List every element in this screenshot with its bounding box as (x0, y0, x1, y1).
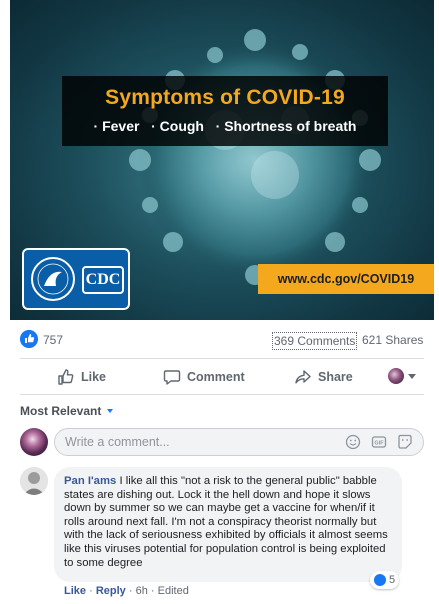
coronavirus-illustration (129, 29, 381, 285)
comment-text: I like all this "not a risk to the gener… (64, 475, 388, 569)
shares-count-link[interactable]: 621 Shares (362, 333, 423, 347)
cdc-url: www.cdc.gov/COVID19 (258, 264, 434, 294)
chevron-down-icon (107, 409, 114, 413)
divider (20, 394, 424, 395)
divider (20, 358, 424, 359)
comment-edited-label[interactable]: Edited (158, 585, 189, 597)
composer-tools: GIF (345, 434, 413, 450)
comment-composer[interactable]: GIF (54, 428, 424, 456)
chevron-down-icon (408, 373, 416, 379)
comment-like-link[interactable]: Like (64, 585, 86, 597)
comment-reaction-count: 5 (389, 574, 396, 586)
like-reaction-icon (20, 330, 38, 348)
hhs-cdc-logo: CDC (22, 248, 130, 310)
comment-timestamp[interactable]: 6h (136, 585, 148, 597)
post-actions: Like Comment Share (10, 362, 434, 392)
sticker-icon[interactable] (397, 434, 413, 450)
comment-author[interactable]: Pan I'ams (64, 475, 116, 487)
speech-bubble-icon (163, 370, 181, 385)
user-avatar[interactable] (20, 428, 48, 456)
comment-sort-label: Most Relevant (20, 404, 102, 418)
post-image[interactable]: Symptoms of COVID-19 · Fever · Cough · S… (10, 0, 434, 320)
comments-count-link[interactable]: 369 Comments (272, 332, 358, 350)
post-as-selector[interactable] (388, 368, 416, 384)
post-stats: 757 369 Comments 621 Shares (10, 328, 434, 352)
emoji-icon[interactable] (345, 434, 361, 450)
svg-text:GIF: GIF (374, 441, 384, 447)
share-arrow-icon (295, 370, 311, 384)
share-button-label: Share (318, 370, 353, 384)
thumbs-up-icon (58, 369, 74, 385)
symptoms-banner: Symptoms of COVID-19 · Fever · Cough · S… (62, 76, 388, 146)
banner-subtitle: · Fever · Cough · Shortness of breath (93, 118, 357, 134)
gif-icon[interactable]: GIF (371, 434, 387, 450)
comment-button-label: Comment (187, 370, 245, 384)
user-avatar-small (388, 368, 404, 384)
commenter-avatar[interactable] (20, 467, 48, 495)
banner-title: Symptoms of COVID-19 (105, 86, 345, 109)
comment-reply-link[interactable]: Reply (96, 585, 126, 597)
comment-button[interactable]: Comment (163, 366, 245, 388)
like-button-label: Like (81, 370, 107, 384)
comment-meta: Like · Reply · 6h · Edited (64, 585, 189, 597)
cdc-logo-text: CDC (82, 266, 124, 294)
comment-reactions[interactable]: 5 (370, 571, 400, 589)
comment-input[interactable] (65, 432, 335, 452)
share-button[interactable]: Share (294, 366, 353, 388)
comment-bubble: Pan I'ams I like all this "not a risk to… (54, 467, 402, 582)
like-count[interactable]: 757 (43, 333, 63, 347)
hhs-seal-icon (31, 257, 75, 301)
comment-sort-dropdown[interactable]: Most Relevant (20, 404, 114, 418)
like-reaction-icon (374, 574, 386, 586)
like-button[interactable]: Like (57, 366, 106, 388)
